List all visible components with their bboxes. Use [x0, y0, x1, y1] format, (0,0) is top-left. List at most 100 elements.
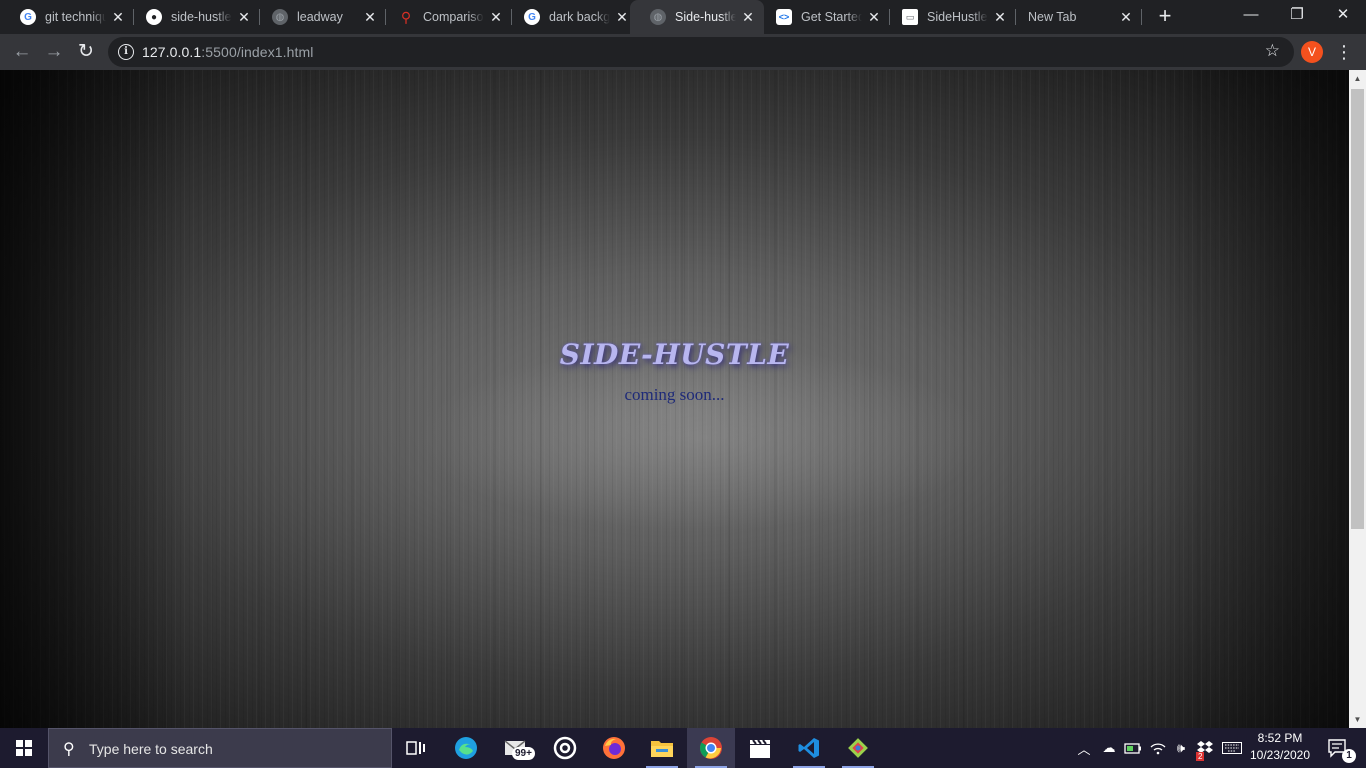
url-text[interactable]: 127.0.0.1:5500/index1.html [142, 44, 314, 60]
taskbar-groove[interactable] [541, 728, 589, 768]
windows-taskbar: ⚲ Type here to search 99+ ︿ ☁ 🕪 2 8:52 P… [0, 728, 1366, 768]
clock-time: 8:52 PM [1257, 731, 1303, 745]
scroll-up-arrow-icon[interactable]: ▲ [1349, 70, 1366, 87]
close-tab-icon[interactable]: ✕ [992, 9, 1008, 25]
taskbar-edge[interactable] [442, 728, 490, 768]
clock-date: 10/23/2020 [1249, 748, 1311, 762]
tab-title: Side-hustle [675, 10, 736, 24]
tab-title: git technique [45, 10, 106, 24]
start-button[interactable] [0, 728, 48, 768]
restore-button[interactable]: ❐ [1274, 0, 1320, 30]
comparison-icon: ⚲ [400, 8, 412, 25]
tab-dark-background[interactable]: G dark background ✕ [504, 0, 638, 34]
taskbar-mail[interactable]: 99+ [492, 728, 540, 768]
new-tab-button[interactable]: + [1152, 4, 1178, 30]
tray-badge: 2 [1196, 752, 1205, 761]
tab-title: side-hustle [171, 10, 232, 24]
close-tab-icon[interactable]: ✕ [1118, 9, 1134, 25]
tab-title: dark background [549, 10, 610, 24]
clapperboard-icon [750, 739, 770, 758]
tab-separator [1141, 9, 1142, 25]
globe-icon: ◍ [272, 9, 288, 25]
search-icon: ⚲ [63, 741, 75, 758]
minimize-button[interactable]: — [1228, 0, 1274, 30]
url-path: :5500/index1.html [201, 44, 314, 60]
close-tab-icon[interactable]: ✕ [740, 9, 756, 25]
reload-button[interactable]: ↻ [73, 39, 99, 65]
tab-title: SideHustle [927, 10, 988, 24]
tab-title: New Tab [1028, 10, 1077, 24]
music-icon [553, 736, 577, 760]
tab-title: Get Started [801, 10, 862, 24]
close-tab-icon[interactable]: ✕ [614, 9, 630, 25]
tab-git-technique[interactable]: G git technique ✕ [0, 0, 134, 34]
keyboard-glyph-icon [1222, 742, 1242, 754]
bookmark-star-icon[interactable]: ☆ [1265, 41, 1280, 61]
taskbar-chrome[interactable] [687, 728, 735, 768]
close-tab-icon[interactable]: ✕ [866, 9, 882, 25]
tab-comparison[interactable]: ⚲ Comparison ✕ [378, 0, 512, 34]
chrome-icon [700, 737, 722, 759]
github-icon: ● [146, 9, 162, 25]
tab-side-hustle-github[interactable]: ● side-hustle ✕ [126, 0, 260, 34]
site-info-icon[interactable]: i [118, 44, 134, 60]
taskbar-clock[interactable]: 8:52 PM 10/23/2020 [1244, 730, 1316, 764]
battery-glyph-icon [1124, 743, 1141, 754]
close-tab-icon[interactable]: ✕ [362, 9, 378, 25]
taskbar-video-editor[interactable] [736, 728, 784, 768]
task-view-icon [406, 741, 425, 755]
taskbar-file-explorer[interactable] [638, 728, 686, 768]
mail-badge: 99+ [512, 747, 535, 760]
tray-overflow-chevron-icon[interactable]: ︿ [1074, 728, 1094, 768]
code-icon: <> [776, 9, 792, 25]
address-bar[interactable]: i 127.0.0.1:5500/index1.html ☆ [108, 37, 1294, 67]
action-center-button[interactable]: 1 [1318, 728, 1358, 768]
taskbar-vscode[interactable] [785, 728, 833, 768]
wifi-glyph-icon [1150, 743, 1166, 755]
taskbar-firefox[interactable] [590, 728, 638, 768]
tab-title: leadway [297, 10, 343, 24]
tab-get-started[interactable]: <> Get Started ✕ [756, 0, 890, 34]
search-placeholder: Type here to search [89, 741, 213, 757]
google-icon: G [524, 9, 540, 25]
tab-title: Comparison [423, 10, 484, 24]
browser-toolbar: ← → ↻ i 127.0.0.1:5500/index1.html ☆ V ⋮ [0, 34, 1366, 70]
vertical-scrollbar[interactable]: ▲ ▼ [1349, 70, 1366, 728]
dropbox-icon[interactable]: 2 [1194, 728, 1216, 768]
close-window-button[interactable]: ✕ [1320, 0, 1366, 30]
windows-logo-icon [16, 740, 32, 756]
edge-icon [455, 737, 477, 759]
scroll-down-arrow-icon[interactable]: ▼ [1349, 711, 1366, 728]
profile-avatar[interactable]: V [1301, 41, 1323, 63]
url-host: 127.0.0.1 [142, 44, 202, 60]
browser-menu-icon[interactable]: ⋮ [1334, 40, 1354, 64]
close-tab-icon[interactable]: ✕ [236, 9, 252, 25]
onedrive-icon[interactable]: ☁ [1098, 728, 1120, 768]
tab-leadway[interactable]: ◍ leadway ✕ [252, 0, 386, 34]
task-view-button[interactable] [392, 728, 440, 768]
google-icon: G [20, 9, 36, 25]
page-viewport: SIDE-HUSTLE coming soon... [0, 70, 1349, 728]
wifi-icon[interactable] [1147, 728, 1169, 768]
git-icon [848, 738, 868, 758]
forward-button[interactable]: → [41, 39, 67, 65]
tab-side-hustle-active[interactable]: ◍ Side-hustle ✕ [630, 0, 764, 34]
taskbar-git-gui[interactable] [834, 728, 882, 768]
page-title: SIDE-HUSTLE [559, 338, 790, 371]
taskbar-search[interactable]: ⚲ Type here to search [48, 728, 392, 768]
page-subtitle: coming soon... [624, 385, 725, 404]
tab-strip: G git technique ✕ ● side-hustle ✕ ◍ lead… [0, 0, 1366, 34]
close-tab-icon[interactable]: ✕ [488, 9, 504, 25]
scrollbar-thumb[interactable] [1351, 89, 1364, 529]
back-button[interactable]: ← [9, 39, 35, 65]
vscode-icon [798, 738, 819, 758]
tab-new-tab[interactable]: New Tab ✕ [1008, 0, 1142, 34]
notification-count-badge: 1 [1342, 749, 1356, 763]
tab-sidehustle[interactable]: ▭ SideHustle ✕ [882, 0, 1016, 34]
globe-icon: ◍ [650, 9, 666, 25]
folder-icon [651, 741, 673, 757]
volume-icon[interactable]: 🕪 [1170, 728, 1192, 768]
battery-icon[interactable] [1122, 728, 1144, 768]
keyboard-icon[interactable] [1220, 728, 1244, 768]
close-tab-icon[interactable]: ✕ [110, 9, 126, 25]
